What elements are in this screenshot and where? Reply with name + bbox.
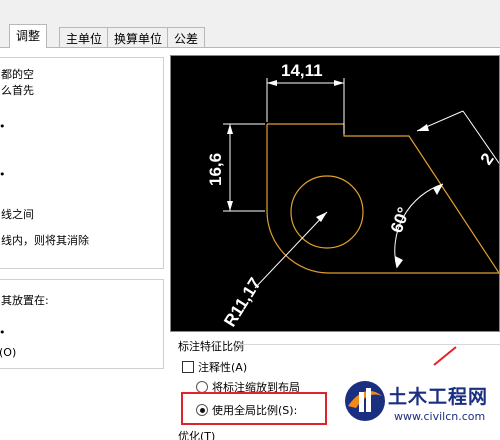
fit-option-bullet-1[interactable]: • [0,120,6,133]
fit-option-text-4: 线内，则将其消除 [1,234,89,247]
preview-arrowheads [227,80,443,268]
tab-primary-units-label: 主单位 [66,32,103,46]
preview-geometry [266,123,499,275]
annotative-checkbox-row[interactable]: 注释性(A) [182,359,247,375]
tab-primary-units[interactable]: 主单位 [59,27,110,48]
dim-left-text: 16,6 [206,153,225,186]
tab-tolerances[interactable]: 公差 [167,27,206,48]
arrow-top-left [267,80,277,86]
arrow-left-top [227,124,233,134]
tab-alternate-units[interactable]: 换算单位 [107,27,170,48]
preview-dimensions [223,78,499,289]
highlight-arrow-icon [433,346,457,366]
annotative-checkbox[interactable] [182,361,194,373]
watermark: 土木工程网 www.civilcn.com [342,376,500,440]
fine-tuning-label: 优化(T) [178,430,216,440]
tab-tolerances-label: 公差 [174,32,199,46]
fit-option-text-3: 线之间 [1,208,34,221]
dim-angle-text: 60° [387,205,414,236]
arrow-left-bottom [227,201,233,211]
geometry-outline-bottom [266,124,499,274]
scale-group-title: 标注特征比例 [178,340,244,353]
fit-option-bullet-2[interactable]: • [0,168,6,181]
preview-drawing: 14,11 16,6 R11,17 60° 2 [206,61,499,330]
tab-bar: 调整 主单位 换算单位 公差 [0,0,500,48]
watermark-url: www.civilcn.com [394,410,486,423]
tab-fit[interactable]: 调整 [9,24,48,48]
arrow-right-dim [417,124,429,131]
text-placement-group: 其放置在: • (O) [0,279,164,369]
text-placement-option[interactable]: (O) [0,346,16,359]
highlight-box [181,392,327,425]
scale-group-divider [235,344,500,345]
geometry-outline-top [267,123,499,275]
annotative-label: 注释性(A) [198,361,248,374]
civilcn-logo-icon [345,381,385,421]
arrow-radius [316,212,327,222]
fit-option-text-1: 都的空 [1,68,34,81]
text-placement-label: 其放置在: [1,294,49,307]
tab-fit-label: 调整 [16,29,41,43]
dim-right-text: 2 [477,150,498,169]
arrow-top-right [334,80,344,86]
text-placement-bullet[interactable]: • [0,326,6,339]
tab-alternate-units-label: 换算单位 [114,32,163,46]
dim-radius-leader [254,211,328,289]
dimension-preview: 14,11 16,6 R11,17 60° 2 [170,55,500,332]
fit-options-group: 都的空 么首先 • • 线之间 线内，则将其消除 [0,57,164,269]
dim-radius-text: R11,17 [220,274,265,330]
watermark-title: 土木工程网 [388,386,489,408]
fit-option-text-2: 么首先 [1,84,34,97]
dim-top-text: 14,11 [281,61,323,80]
